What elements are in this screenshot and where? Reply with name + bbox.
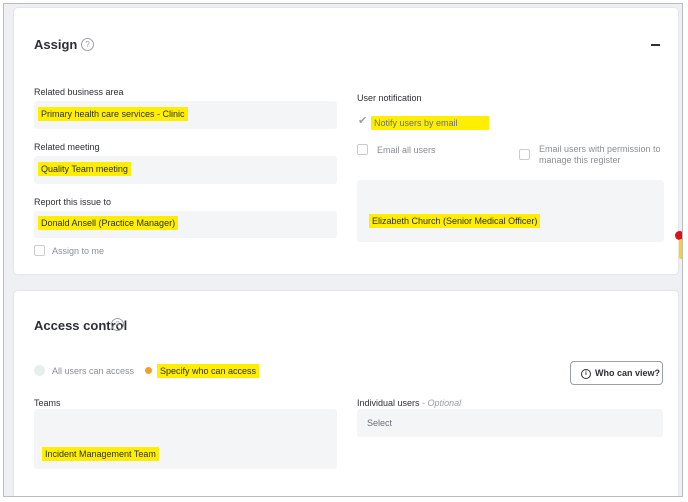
assign-to-me-checkbox[interactable] xyxy=(34,245,45,256)
report-to-field[interactable]: Donald Ansell (Practice Manager) xyxy=(34,211,337,238)
check-icon: ✔ xyxy=(358,115,368,127)
access-control-card: Access control ? All users can access Sp… xyxy=(14,291,678,496)
report-to-label: Report this issue to xyxy=(34,197,112,207)
email-permission-checkbox[interactable] xyxy=(519,149,530,160)
individual-users-select[interactable]: Select xyxy=(357,409,663,437)
related-meeting-label: Related meeting xyxy=(34,142,100,152)
individual-users-placeholder: Select xyxy=(367,418,393,428)
user-notification-label: User notification xyxy=(357,93,422,103)
related-meeting-value: Quality Team meeting xyxy=(38,162,131,176)
notify-email-checkbox[interactable]: ✔ xyxy=(357,115,368,128)
notify-email-label: Notify users by email xyxy=(371,116,489,130)
all-users-radio[interactable] xyxy=(34,365,45,376)
recipient-value: Elizabeth Church (Senior Medical Officer… xyxy=(369,214,541,228)
help-icon[interactable]: ? xyxy=(81,38,94,51)
all-users-label: All users can access xyxy=(52,366,135,376)
related-business-area-field[interactable]: Primary health care services - Clinic xyxy=(34,101,337,129)
notification-recipients-field[interactable]: Elizabeth Church (Senior Medical Officer… xyxy=(357,180,664,242)
related-business-area-label: Related business area xyxy=(34,87,124,97)
assign-to-me-label: Assign to me xyxy=(52,246,105,256)
report-to-value: Donald Ansell (Practice Manager) xyxy=(38,216,179,230)
info-icon: i xyxy=(581,369,591,379)
teams-label: Teams xyxy=(34,398,61,408)
email-all-users-label: Email all users xyxy=(377,145,436,155)
teams-field[interactable]: Incident Management Team xyxy=(34,409,337,469)
window-frame: Assign ? Related business area Primary h… xyxy=(3,3,683,497)
who-can-view-button[interactable]: i Who can view? xyxy=(570,361,663,385)
who-can-view-label: Who can view? xyxy=(595,368,661,378)
email-all-users-checkbox[interactable] xyxy=(357,144,368,155)
collapse-icon[interactable] xyxy=(651,44,660,46)
optional-text: - Optional xyxy=(422,398,462,408)
specify-radio[interactable] xyxy=(145,367,152,374)
email-permission-label: Email users with permission to manage th… xyxy=(539,144,661,165)
individual-users-text: Individual users xyxy=(357,398,420,408)
scrollbar-thumb[interactable] xyxy=(679,239,682,259)
teams-value: Incident Management Team xyxy=(42,447,159,461)
specify-label: Specify who can access xyxy=(157,364,260,378)
assign-card: Assign ? Related business area Primary h… xyxy=(14,8,678,274)
individual-users-label: Individual users - Optional xyxy=(357,398,461,408)
assign-title: Assign xyxy=(34,37,78,52)
related-business-area-value: Primary health care services - Clinic xyxy=(38,107,188,121)
related-meeting-field[interactable]: Quality Team meeting xyxy=(34,156,337,184)
help-icon[interactable]: ? xyxy=(111,318,124,331)
